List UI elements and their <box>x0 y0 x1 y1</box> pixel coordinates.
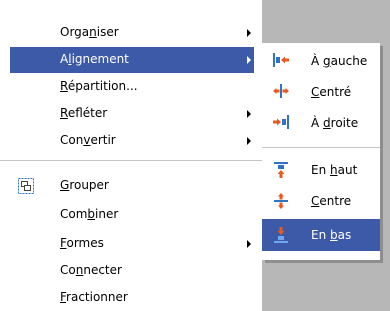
align-right-icon <box>272 114 290 133</box>
align-center-vertical-icon <box>272 192 290 213</box>
menu-item-convertir[interactable]: Convertir <box>10 128 254 154</box>
align-top-icon <box>272 161 290 182</box>
menu-item-connecter[interactable]: Connecter <box>10 258 254 284</box>
menu-item-grouper[interactable]: Grouper <box>10 173 254 199</box>
submenu-item-align-left[interactable]: À gauche <box>262 45 380 76</box>
submenu-arrow-icon <box>247 56 251 64</box>
submenu-arrow-icon <box>247 240 251 248</box>
alignment-submenu: À gauche Centré À droite En haut Centre … <box>262 43 380 260</box>
menu-item-organiser[interactable]: Organiser <box>10 20 254 46</box>
align-center-horizontal-icon <box>272 83 290 102</box>
submenu-separator <box>262 147 380 148</box>
menu-item-alignement[interactable]: Alignement <box>10 47 254 73</box>
align-bottom-icon <box>272 226 290 247</box>
context-menu: Organiser Alignement Répartition... Refl… <box>0 0 262 311</box>
submenu-item-align-bottom[interactable]: En bas <box>262 219 380 251</box>
menu-item-combiner[interactable]: Combiner <box>10 202 254 228</box>
submenu-arrow-icon <box>247 137 251 145</box>
submenu-arrow-icon <box>247 110 251 118</box>
menu-item-formes[interactable]: Formes <box>10 231 254 257</box>
submenu-item-align-center[interactable]: Centré <box>262 76 380 107</box>
submenu-item-align-top[interactable]: En haut <box>262 154 380 185</box>
menu-item-repartition[interactable]: Répartition... <box>10 74 254 100</box>
submenu-item-align-right[interactable]: À droite <box>262 107 380 138</box>
menu-item-fractionner[interactable]: Fractionner <box>10 285 254 311</box>
menu-item-refleter[interactable]: Refléter <box>10 101 254 127</box>
submenu-arrow-icon <box>247 29 251 37</box>
align-left-icon <box>272 52 290 71</box>
submenu-item-align-middle[interactable]: Centre <box>262 185 380 216</box>
menu-separator <box>0 160 262 161</box>
group-icon <box>18 178 34 197</box>
